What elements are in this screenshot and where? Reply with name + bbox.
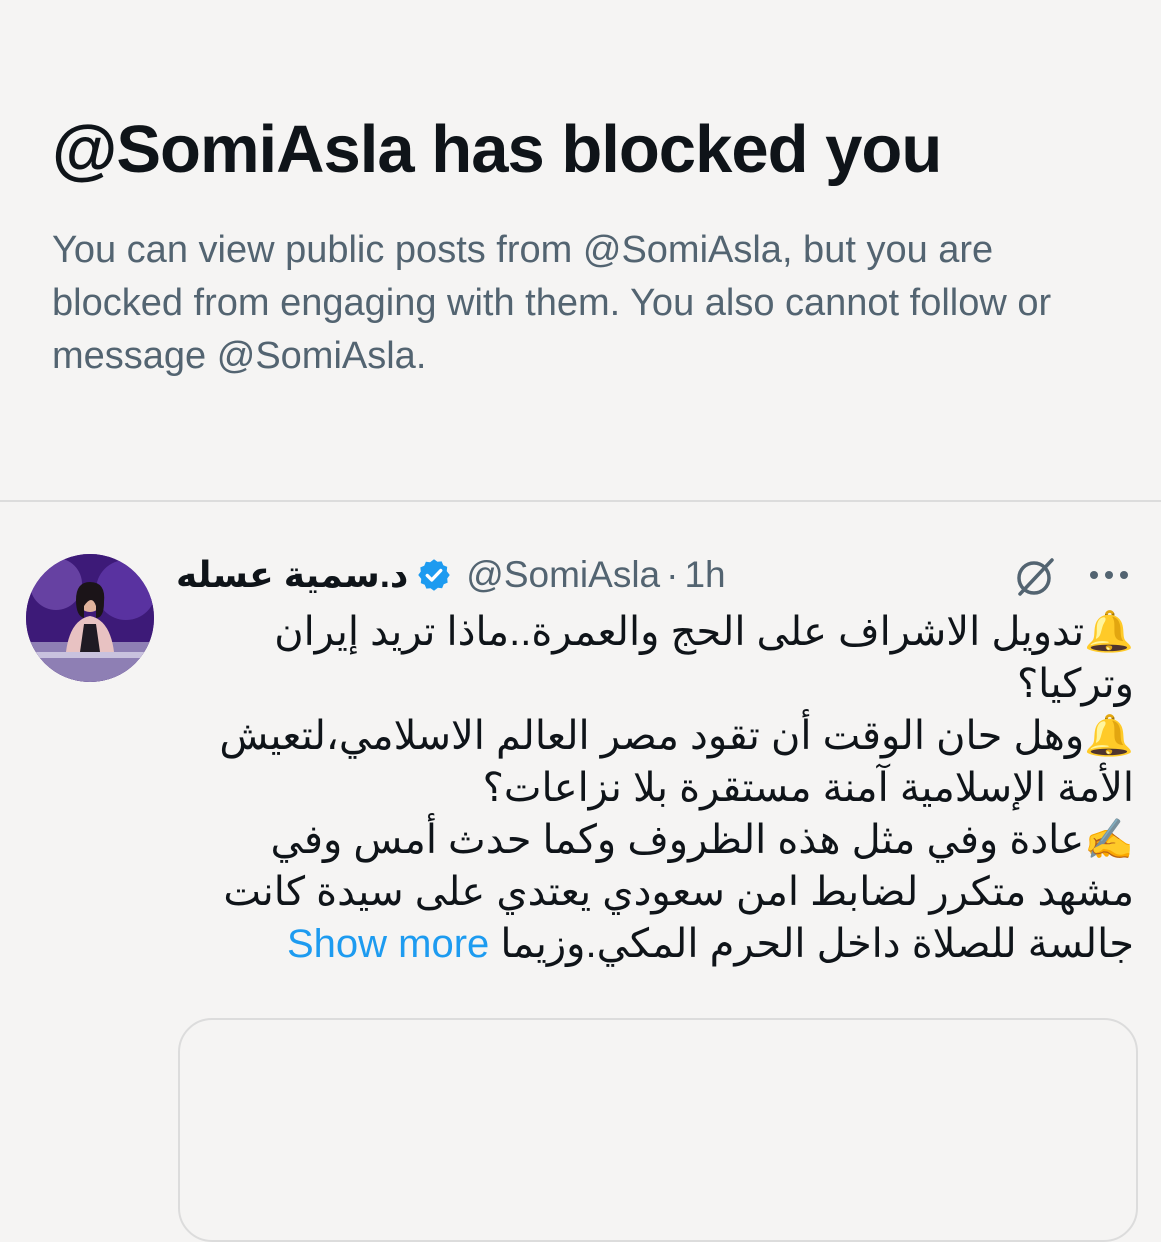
writing-hand-icon: ✍️ bbox=[1084, 817, 1134, 863]
display-name[interactable]: د.سمية عسله bbox=[176, 554, 408, 596]
separator-dot: · bbox=[666, 554, 679, 595]
handle[interactable]: @SomiAsla bbox=[466, 554, 660, 596]
tweet-line: 🔔تدويل الاشراف على الحج والعمرة..ماذا تر… bbox=[176, 606, 1134, 710]
avatar-image bbox=[26, 554, 154, 682]
tweet-text: 🔔تدويل الاشراف على الحج والعمرة..ماذا تر… bbox=[176, 606, 1134, 970]
avatar[interactable] bbox=[26, 554, 154, 682]
tweet[interactable]: د.سمية عسله @SomiAsla · 1h 🔔تدويل الاشرا… bbox=[0, 502, 1161, 1242]
bell-icon: 🔔 bbox=[1084, 713, 1134, 759]
tweet-line-text: تدويل الاشراف على الحج والعمرة..ماذا تري… bbox=[274, 610, 1134, 706]
timestamp[interactable]: 1h bbox=[684, 554, 725, 596]
more-options-icon[interactable] bbox=[1084, 560, 1134, 590]
media-card[interactable] bbox=[178, 1018, 1138, 1242]
verified-badge-icon[interactable] bbox=[416, 557, 452, 593]
blocked-description: You can view public posts from @SomiAsla… bbox=[52, 229, 1052, 377]
show-more-link[interactable]: Show more bbox=[287, 922, 489, 966]
grok-icon[interactable] bbox=[1012, 554, 1058, 600]
tweet-line: ✍️عادة وفي مثل هذه الظروف وكما حدث أمس و… bbox=[176, 814, 1134, 970]
bell-icon: 🔔 bbox=[1084, 609, 1134, 655]
blocked-title: @SomiAsla has blocked you bbox=[52, 112, 942, 187]
tweet-line-text: وهل حان الوقت أن تقود مصر العالم الاسلام… bbox=[219, 714, 1134, 810]
blocked-notice: @SomiAsla has blocked you You can view p… bbox=[52, 108, 1112, 383]
tweet-line: 🔔وهل حان الوقت أن تقود مصر العالم الاسلا… bbox=[176, 710, 1134, 814]
tweet-header: د.سمية عسله @SomiAsla · 1h bbox=[176, 550, 726, 600]
